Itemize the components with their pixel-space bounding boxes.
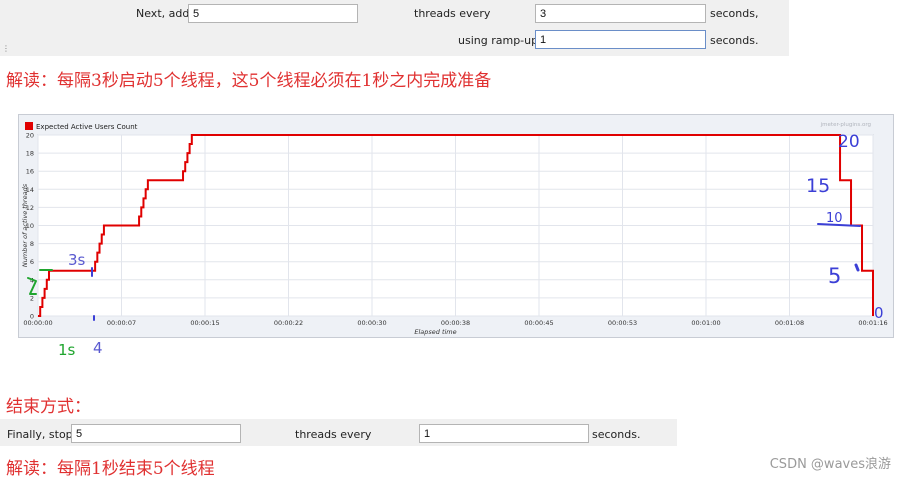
x-axis-label: Elapsed time xyxy=(414,328,456,336)
x-tick-label: 00:00:38 xyxy=(441,319,470,327)
finally-stop-label: Finally, stop xyxy=(7,428,73,441)
next-add-input[interactable] xyxy=(188,4,358,23)
hand-1s-label: 1s xyxy=(58,341,76,359)
x-tick-label: 00:01:00 xyxy=(691,319,720,327)
chart-svg: 0246810121416182000:00:00 00:00:07 00:00:1… xyxy=(21,122,888,336)
y-tick-label: 18 xyxy=(26,150,34,158)
x-tick-label: 00:00:45 xyxy=(524,319,553,327)
y-tick-label: 16 xyxy=(26,168,34,176)
seconds-label-2: seconds. xyxy=(710,34,759,47)
next-add-label: Next, add xyxy=(136,7,190,20)
ramp-up-input[interactable] xyxy=(535,30,706,49)
end-title: 结束方式： xyxy=(6,397,91,417)
x-tick-label: 00:00:53 xyxy=(608,319,637,327)
x-tick-label: 00:00:07 xyxy=(107,319,136,327)
x-tick-label: 00:00:22 xyxy=(274,319,303,327)
y-tick-label: 4 xyxy=(30,276,34,284)
threads-every-input[interactable] xyxy=(535,4,706,23)
x-tick-label: 00:01:08 xyxy=(775,319,804,327)
stop-threads-every-label: threads every xyxy=(295,428,372,441)
seconds-label-1: seconds, xyxy=(710,7,759,20)
y-axis-label: Number of active threads xyxy=(21,183,29,267)
stop-panel: Finally, stop threads every seconds. xyxy=(0,419,677,446)
x-tick-label: 00:00:15 xyxy=(190,319,219,327)
legend-label: Expected Active Users Count xyxy=(36,123,138,131)
splitter-handle[interactable]: ⋮ xyxy=(2,44,10,53)
x-tick-label: 00:00:30 xyxy=(357,319,386,327)
note-end: 解读：每隔1秒结束5个线程 xyxy=(6,459,215,479)
note-start: 解读：每隔3秒启动5个线程，这5个线程必须在1秒之内完成准备 xyxy=(6,71,492,91)
x-tick-label: 00:01:16 xyxy=(858,319,887,327)
y-tick-label: 8 xyxy=(30,240,34,248)
legend-swatch xyxy=(25,122,33,130)
x-tick-label: 00:00:00 xyxy=(23,319,52,327)
hand-4-label: 4 xyxy=(93,339,103,357)
csdn-watermark: CSDN @waves浪游 xyxy=(769,457,891,472)
y-tick-label: 6 xyxy=(30,258,34,266)
y-tick-label: 2 xyxy=(30,294,34,302)
y-tick-label: 20 xyxy=(26,132,34,140)
finally-stop-input[interactable] xyxy=(71,424,241,443)
ramp-up-label: using ramp-up xyxy=(458,34,539,47)
ramp-up-panel: Next, add threads every seconds, using r… xyxy=(0,0,789,56)
threads-every-label: threads every xyxy=(414,7,491,20)
active-threads-chart: 0 2 4 6 8 10 12 14 16 18 20 00:00:00 00:00:07 00:00:1… xyxy=(18,114,894,338)
stop-seconds-label: seconds. xyxy=(592,428,641,441)
chart-watermark: jmeter-plugins.org xyxy=(820,122,871,128)
stop-threads-every-input[interactable] xyxy=(419,424,589,443)
